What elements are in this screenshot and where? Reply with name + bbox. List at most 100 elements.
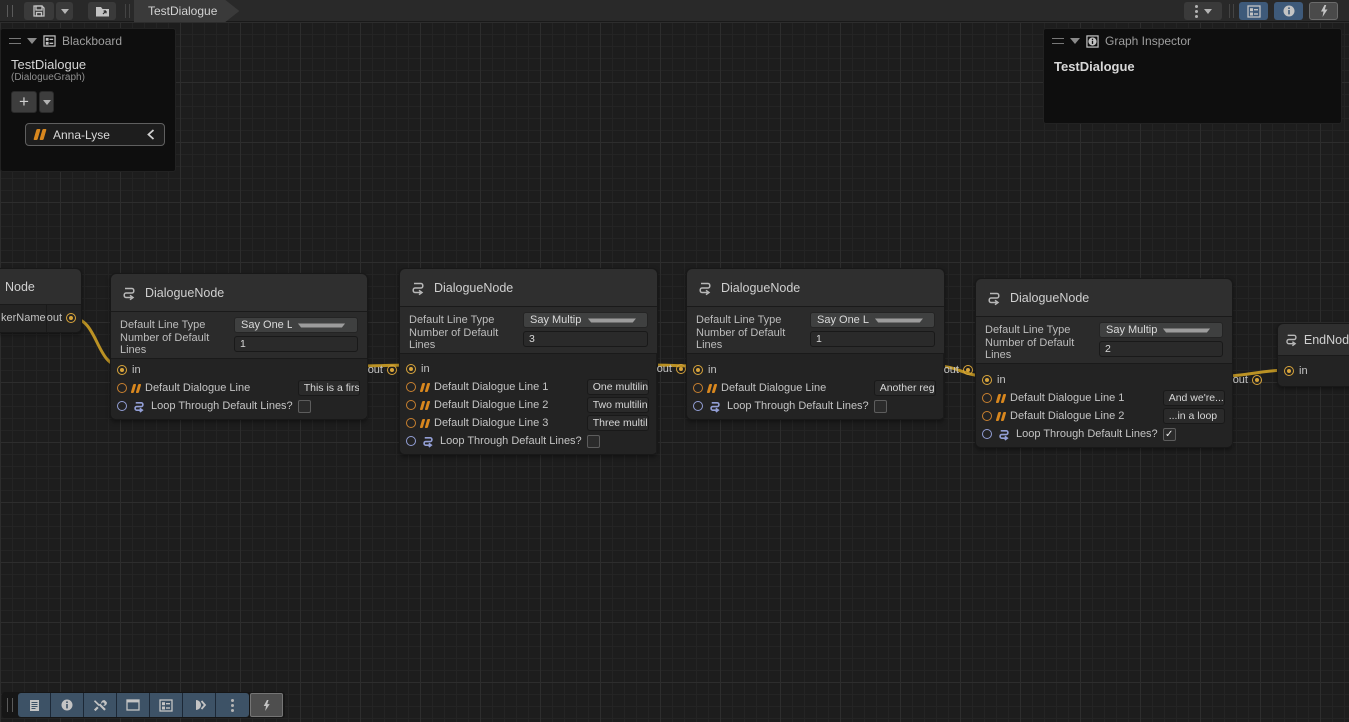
quote-icon — [421, 383, 429, 392]
dialogue-line-field[interactable]: Three multili — [587, 415, 649, 431]
dropdown-caret-icon — [61, 9, 69, 14]
dialogue-line-field[interactable]: And we're... — [1163, 390, 1225, 406]
loop-checkbox[interactable] — [587, 435, 600, 448]
dialogue-line-field[interactable]: This is a first — [298, 380, 360, 396]
add-variable-dropdown[interactable] — [39, 91, 54, 113]
string-port[interactable] — [982, 393, 992, 403]
dialogue-node-icon — [697, 280, 713, 296]
port-label: Default Dialogue Line 2 — [434, 399, 548, 411]
drag-handle-icon[interactable] — [9, 38, 21, 44]
dialogue-line-field[interactable]: Two multiline — [587, 397, 649, 413]
drag-handle-icon[interactable] — [1052, 38, 1064, 44]
in-port[interactable] — [982, 375, 992, 385]
chevron-left-icon[interactable] — [147, 129, 155, 140]
inspector-toggle-button[interactable] — [1274, 2, 1303, 20]
out-port-label: out — [47, 312, 62, 324]
add-variable-button[interactable]: + — [11, 91, 37, 113]
node-title: Node — [5, 280, 35, 294]
bool-port[interactable] — [693, 401, 703, 411]
blackboard-icon — [1247, 5, 1261, 18]
string-port[interactable] — [693, 383, 703, 393]
dialogue-line-field[interactable]: One multiline — [587, 379, 649, 395]
graph-options-button[interactable] — [1184, 2, 1222, 20]
line-type-dropdown[interactable]: Say One Line — [810, 312, 935, 328]
port-label: Loop Through Default Lines? — [151, 400, 293, 412]
out-port[interactable] — [66, 313, 76, 323]
dialogue-node-icon — [986, 290, 1002, 306]
num-lines-field[interactable]: 1 — [810, 331, 935, 347]
tab-label: TestDialogue — [148, 4, 217, 18]
lightning-toggle-button[interactable] — [1309, 2, 1338, 20]
out-port-label: out — [657, 363, 672, 375]
blackboard-variable-anna-lyse[interactable]: Anna-Lyse — [25, 123, 165, 146]
num-lines-field[interactable]: 2 — [1099, 341, 1223, 357]
blackboard-panel-button[interactable] — [150, 693, 183, 717]
dialogue-node-3[interactable]: DialogueNode Default Line Type Say One L… — [686, 268, 945, 420]
in-port[interactable] — [406, 364, 416, 374]
string-port[interactable] — [117, 383, 127, 393]
toolbar-drag-handle[interactable] — [7, 5, 13, 17]
string-port[interactable] — [982, 411, 992, 421]
blackboard-panel: Blackboard TestDialogue (DialogueGraph) … — [0, 28, 176, 172]
num-lines-field[interactable]: 1 — [234, 336, 358, 352]
lightning-button[interactable] — [250, 693, 283, 717]
dialogue-node-1[interactable]: DialogueNode Default Line Type Say One L… — [110, 273, 368, 420]
file-icon — [28, 699, 41, 712]
end-node[interactable]: EndNode in — [1277, 323, 1349, 387]
line-type-dropdown[interactable]: Say Multiple Lines — [1099, 322, 1223, 338]
quote-icon — [421, 419, 429, 428]
loop-checkbox[interactable] — [298, 400, 311, 413]
bool-port[interactable] — [406, 436, 416, 446]
inspector-header[interactable]: Graph Inspector — [1044, 29, 1341, 53]
out-port[interactable] — [1252, 375, 1262, 385]
out-port[interactable] — [387, 365, 397, 375]
tools-button[interactable] — [84, 693, 117, 717]
dropdown-value: Say One Line — [817, 314, 869, 326]
quote-icon — [421, 401, 429, 410]
prop-label: Default Line Type — [696, 314, 810, 326]
blackboard-icon — [159, 699, 173, 712]
toolbar-drag-handle[interactable] — [7, 698, 13, 712]
file-panel-button[interactable] — [18, 693, 51, 717]
open-asset-button[interactable] — [88, 2, 116, 20]
blackboard-header[interactable]: Blackboard — [1, 29, 175, 53]
string-port[interactable] — [406, 400, 416, 410]
bool-port[interactable] — [117, 401, 127, 411]
start-node-partial[interactable]: Node kerName out — [0, 268, 82, 333]
in-port[interactable] — [693, 365, 703, 375]
top-toolbar: TestDialogue — [0, 0, 1349, 22]
string-port[interactable] — [406, 382, 416, 392]
string-port[interactable] — [406, 418, 416, 428]
save-dropdown-button[interactable] — [56, 2, 73, 20]
line-type-dropdown[interactable]: Say One Line — [234, 317, 358, 333]
save-button[interactable] — [24, 2, 54, 20]
foldout-caret-icon[interactable] — [27, 38, 37, 44]
line-type-dropdown[interactable]: Say Multiple Lines — [523, 312, 648, 328]
loop-checkbox[interactable]: ✓ — [1163, 428, 1176, 441]
in-port[interactable] — [117, 365, 127, 375]
info-panel-button[interactable] — [51, 693, 84, 717]
transition-button[interactable] — [183, 693, 216, 717]
info-icon — [1282, 4, 1296, 18]
num-lines-field[interactable]: 3 — [523, 331, 648, 347]
loop-checkbox[interactable] — [874, 400, 887, 413]
foldout-caret-icon[interactable] — [1070, 38, 1080, 44]
prop-label: Number of Default Lines — [696, 327, 810, 351]
save-icon — [32, 4, 46, 18]
kebab-icon — [1195, 5, 1198, 18]
dialogue-line-field[interactable]: Another regu — [874, 380, 936, 396]
out-port-label: out — [1233, 374, 1248, 386]
out-port[interactable] — [963, 365, 973, 375]
more-options-button[interactable] — [216, 693, 249, 717]
inspector-graph-name: TestDialogue — [1044, 53, 1341, 80]
bool-port[interactable] — [982, 429, 992, 439]
window-button[interactable] — [117, 693, 150, 717]
tab-testdialogue[interactable]: TestDialogue — [134, 0, 239, 22]
dialogue-node-2[interactable]: DialogueNode Default Line Type Say Multi… — [399, 268, 658, 455]
dialogue-line-field[interactable]: ...in a loop — [1163, 408, 1225, 424]
out-port[interactable] — [676, 364, 686, 374]
dialogue-node-4[interactable]: DialogueNode Default Line Type Say Multi… — [975, 278, 1233, 448]
blackboard-toggle-button[interactable] — [1239, 2, 1268, 20]
in-port[interactable] — [1284, 366, 1294, 376]
dropdown-caret-icon — [43, 100, 51, 105]
